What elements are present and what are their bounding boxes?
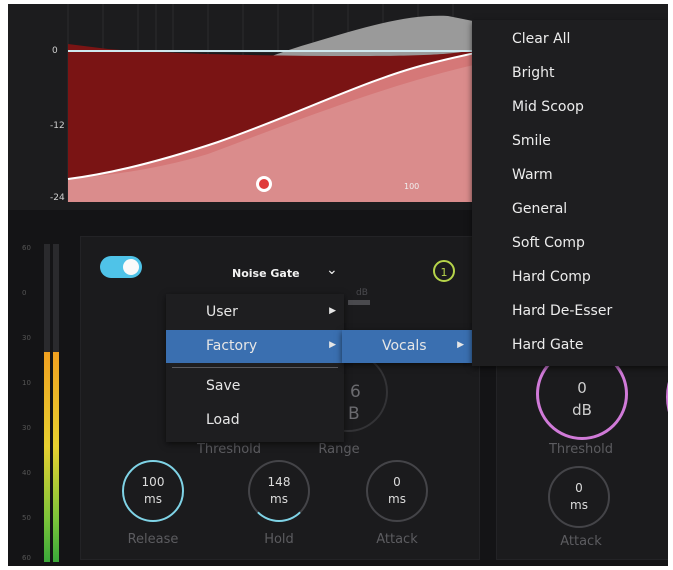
menu-item-load[interactable]: Load: [166, 404, 344, 437]
factory-submenu: Vocals ▶: [342, 330, 472, 363]
chevron-right-icon: ▶: [329, 340, 336, 350]
chevron-down-icon[interactable]: ⌄: [326, 262, 338, 278]
module-title: Noise Gate: [232, 267, 300, 280]
preset-bright[interactable]: Bright: [472, 56, 668, 90]
plugin-window: 0 -12 -24 100 60 0 30 10 30 40 50 60 Noi…: [8, 4, 668, 566]
preset-warm[interactable]: Warm: [472, 158, 668, 192]
m2-attack-label: Attack: [560, 534, 602, 549]
m2-attack-knob[interactable]: 0 ms: [548, 466, 610, 528]
level-meter: [44, 244, 66, 562]
preset-clear-all[interactable]: Clear All: [472, 22, 668, 56]
preset-general[interactable]: General: [472, 192, 668, 226]
preset-hard-comp[interactable]: Hard Comp: [472, 260, 668, 294]
menu-separator: [172, 367, 338, 368]
m2-threshold-label: Threshold: [548, 442, 614, 457]
menu-item-vocals[interactable]: Vocals ▶: [342, 330, 472, 363]
hold-label: Hold: [264, 532, 294, 547]
attack-label: Attack: [376, 532, 418, 547]
preset-hard-de-esser[interactable]: Hard De-Esser: [472, 294, 668, 328]
hold-knob[interactable]: 148 ms: [248, 460, 310, 522]
menu-item-save[interactable]: Save: [166, 370, 344, 403]
toggle-knob: [123, 259, 139, 275]
release-knob[interactable]: 100 ms: [122, 460, 184, 522]
faint-slider: [348, 300, 370, 305]
range-label: Range: [318, 442, 360, 457]
range-unit: B: [348, 404, 360, 424]
module-enable-toggle[interactable]: [100, 256, 142, 278]
range-value: 6: [350, 382, 361, 402]
menu-item-factory[interactable]: Factory ▶: [166, 330, 344, 363]
release-label: Release: [127, 532, 179, 547]
preset-smile[interactable]: Smile: [472, 124, 668, 158]
meter-scale: 60 0 30 10 30 40 50 60: [22, 244, 31, 562]
meter-bar-right: [53, 352, 59, 562]
preset-mid-scoop[interactable]: Mid Scoop: [472, 90, 668, 124]
curve-handle: [259, 179, 269, 189]
attack-knob[interactable]: 0 ms: [366, 460, 428, 522]
threshold-label: Threshold: [196, 442, 262, 457]
y-label-0: 0: [52, 46, 58, 56]
faint-db-label: dB: [356, 288, 368, 298]
preset-menu: User ▶ Factory ▶ Save Load: [166, 294, 344, 442]
chevron-right-icon: ▶: [329, 306, 336, 316]
menu-item-user[interactable]: User ▶: [166, 296, 344, 329]
freq-label: 100: [404, 182, 420, 191]
y-label-24: -24: [50, 193, 65, 203]
vocals-submenu: Clear All Bright Mid Scoop Smile Warm Ge…: [472, 20, 668, 366]
preset-hard-gate[interactable]: Hard Gate: [472, 328, 668, 362]
y-label-12: -12: [50, 121, 65, 131]
chevron-right-icon: ▶: [457, 340, 464, 350]
meter-bar-left: [44, 352, 50, 562]
module-number-badge: 1: [433, 260, 455, 282]
preset-soft-comp[interactable]: Soft Comp: [472, 226, 668, 260]
